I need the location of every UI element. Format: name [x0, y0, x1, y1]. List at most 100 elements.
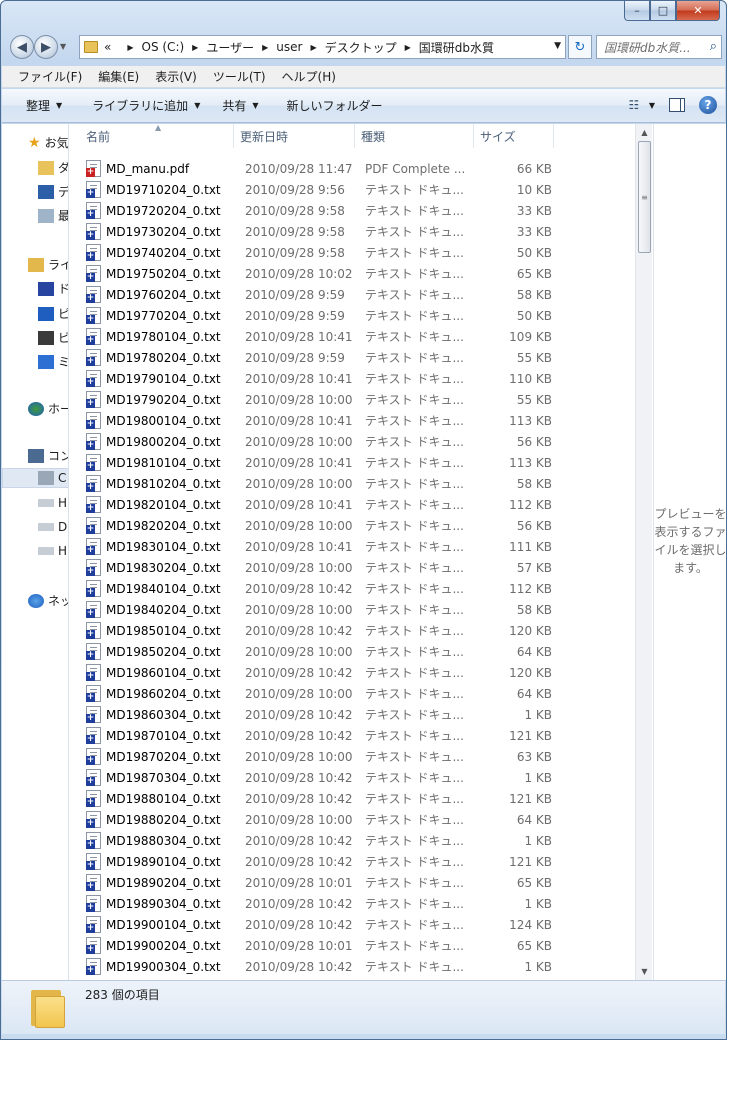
chevron-right-icon[interactable]: ▶: [262, 43, 268, 52]
file-name-cell[interactable]: MD19900304_0.txt: [70, 958, 245, 975]
chevron-right-icon[interactable]: ▶: [405, 43, 411, 52]
file-name-cell[interactable]: MD19740204_0.txt: [70, 244, 245, 261]
file-name-cell[interactable]: MD19810104_0.txt: [70, 454, 245, 471]
file-row[interactable]: MD_manu.pdf 2010/09/28 11:47 PDF Complete …: [70, 158, 635, 179]
file-name-cell[interactable]: MD19850104_0.txt: [70, 622, 245, 639]
add-to-library-button[interactable]: ライブラリに追加 ▼: [72, 97, 210, 114]
chevron-right-icon[interactable]: ▶: [310, 43, 316, 52]
file-name-cell[interactable]: MD19710204_0.txt: [70, 181, 245, 198]
menu-help[interactable]: ヘルプ(H): [282, 68, 336, 85]
file-name-cell[interactable]: MD19820204_0.txt: [70, 517, 245, 534]
chevron-down-icon[interactable]: ▼: [649, 101, 655, 110]
file-name-cell[interactable]: MD19790204_0.txt: [70, 391, 245, 408]
nav-favorites[interactable]: ★ お気: [28, 134, 68, 151]
nav-homegroup[interactable]: ホー: [28, 400, 68, 417]
file-row[interactable]: MD19900104_0.txt 2010/09/28 10:42 テキスト ドキュ…: [70, 914, 635, 935]
file-name-cell[interactable]: MD19800204_0.txt: [70, 433, 245, 450]
nav-desktop[interactable]: デ: [38, 183, 68, 200]
file-row[interactable]: MD19870204_0.txt 2010/09/28 10:00 テキスト ドキュ…: [70, 746, 635, 767]
file-row[interactable]: MD19900304_0.txt 2010/09/28 10:42 テキスト ドキュ…: [70, 956, 635, 977]
help-icon[interactable]: ?: [699, 96, 717, 114]
column-header-size[interactable]: サイズ: [474, 124, 554, 148]
nav-recent[interactable]: 最: [38, 207, 68, 224]
file-name-cell[interactable]: MD19790104_0.txt: [70, 370, 245, 387]
change-view-button[interactable]: ☷: [623, 95, 645, 115]
file-row[interactable]: MD19750204_0.txt 2010/09/28 10:02 テキスト ドキュ…: [70, 263, 635, 284]
file-name-cell[interactable]: MD19830204_0.txt: [70, 559, 245, 576]
file-row[interactable]: MD19770204_0.txt 2010/09/28 9:59 テキスト ドキュ.…: [70, 305, 635, 326]
file-row[interactable]: MD19790204_0.txt 2010/09/28 10:00 テキスト ドキュ…: [70, 389, 635, 410]
breadcrumb-item[interactable]: デスクトップ: [325, 39, 397, 56]
file-row[interactable]: MD19740204_0.txt 2010/09/28 9:58 テキスト ドキュ.…: [70, 242, 635, 263]
file-row[interactable]: MD19790104_0.txt 2010/09/28 10:41 テキスト ドキュ…: [70, 368, 635, 389]
column-header-type[interactable]: 種類: [355, 124, 474, 148]
file-row[interactable]: MD19830204_0.txt 2010/09/28 10:00 テキスト ドキュ…: [70, 557, 635, 578]
file-row[interactable]: MD19840204_0.txt 2010/09/28 10:00 テキスト ドキュ…: [70, 599, 635, 620]
file-name-cell[interactable]: MD19880204_0.txt: [70, 811, 245, 828]
file-row[interactable]: MD19850104_0.txt 2010/09/28 10:42 テキスト ドキュ…: [70, 620, 635, 641]
organize-button[interactable]: 整理 ▼: [2, 97, 72, 114]
breadcrumb-item[interactable]: OS (C:): [142, 40, 185, 54]
title-bar[interactable]: – □ ✕: [1, 1, 726, 31]
nav-downloads[interactable]: ダ: [38, 159, 68, 176]
file-row[interactable]: MD19860304_0.txt 2010/09/28 10:42 テキスト ドキュ…: [70, 704, 635, 725]
file-name-cell[interactable]: MD19730204_0.txt: [70, 223, 245, 240]
nav-videos[interactable]: ビ: [38, 329, 68, 346]
file-row[interactable]: MD19890104_0.txt 2010/09/28 10:42 テキスト ドキュ…: [70, 851, 635, 872]
file-row[interactable]: MD19800104_0.txt 2010/09/28 10:41 テキスト ドキュ…: [70, 410, 635, 431]
file-name-cell[interactable]: MD19870304_0.txt: [70, 769, 245, 786]
breadcrumb-item[interactable]: user: [276, 40, 302, 54]
menu-file[interactable]: ファイル(F): [18, 68, 82, 85]
file-row[interactable]: MD19840104_0.txt 2010/09/28 10:42 テキスト ドキュ…: [70, 578, 635, 599]
search-input[interactable]: 国環研db水質... ⌕: [596, 35, 722, 59]
file-name-cell[interactable]: MD19880304_0.txt: [70, 832, 245, 849]
preview-pane-button[interactable]: [669, 98, 685, 112]
file-row[interactable]: MD19860204_0.txt 2010/09/28 10:00 テキスト ドキュ…: [70, 683, 635, 704]
menu-view[interactable]: 表示(V): [155, 68, 197, 85]
scroll-thumb[interactable]: ≡: [638, 141, 651, 253]
share-button[interactable]: 共有 ▼: [210, 97, 268, 114]
chevron-right-icon[interactable]: ▶: [127, 43, 133, 52]
nav-drive[interactable]: D: [38, 520, 67, 534]
file-name-cell[interactable]: MD19780104_0.txt: [70, 328, 245, 345]
chevron-right-icon[interactable]: ▶: [192, 43, 198, 52]
nav-computer[interactable]: コン: [28, 447, 68, 464]
column-header-date[interactable]: 更新日時: [234, 124, 355, 148]
nav-pictures[interactable]: ピ: [38, 305, 68, 322]
file-name-cell[interactable]: MD19860104_0.txt: [70, 664, 245, 681]
file-row[interactable]: MD19900204_0.txt 2010/09/28 10:01 テキスト ドキュ…: [70, 935, 635, 956]
nav-libraries[interactable]: ライ: [28, 256, 68, 273]
file-name-cell[interactable]: MD19760204_0.txt: [70, 286, 245, 303]
file-name-cell[interactable]: MD19820104_0.txt: [70, 496, 245, 513]
file-row[interactable]: MD19870304_0.txt 2010/09/28 10:42 テキスト ドキュ…: [70, 767, 635, 788]
breadcrumb-item[interactable]: 国環研db水質: [419, 39, 494, 56]
chevron-down-icon[interactable]: ▼: [554, 41, 561, 51]
nav-drive[interactable]: H: [38, 496, 67, 510]
file-name-cell[interactable]: MD19880104_0.txt: [70, 790, 245, 807]
scroll-down-arrow[interactable]: ▼: [636, 963, 653, 980]
file-name-cell[interactable]: MD19890204_0.txt: [70, 874, 245, 891]
breadcrumb-overflow[interactable]: «: [104, 40, 111, 54]
file-name-cell[interactable]: MD19840104_0.txt: [70, 580, 245, 597]
minimize-button[interactable]: –: [624, 1, 650, 21]
file-name-cell[interactable]: MD19900204_0.txt: [70, 937, 245, 954]
file-row[interactable]: MD19780204_0.txt 2010/09/28 9:59 テキスト ドキュ.…: [70, 347, 635, 368]
file-name-cell[interactable]: MD19830104_0.txt: [70, 538, 245, 555]
file-name-cell[interactable]: MD19720204_0.txt: [70, 202, 245, 219]
new-folder-button[interactable]: 新しいフォルダー: [269, 97, 393, 114]
file-name-cell[interactable]: MD19800104_0.txt: [70, 412, 245, 429]
file-name-cell[interactable]: MD19900104_0.txt: [70, 916, 245, 933]
nav-network[interactable]: ネッ: [28, 592, 68, 609]
file-name-cell[interactable]: MD19890304_0.txt: [70, 895, 245, 912]
file-row[interactable]: MD19870104_0.txt 2010/09/28 10:42 テキスト ドキュ…: [70, 725, 635, 746]
refresh-button[interactable]: ↻: [568, 35, 592, 59]
nav-drive[interactable]: H: [38, 544, 67, 558]
scroll-up-arrow[interactable]: ▲: [636, 124, 653, 141]
file-row[interactable]: MD19710204_0.txt 2010/09/28 9:56 テキスト ドキュ.…: [70, 179, 635, 200]
file-row[interactable]: MD19780104_0.txt 2010/09/28 10:41 テキスト ドキュ…: [70, 326, 635, 347]
file-row[interactable]: MD19800204_0.txt 2010/09/28 10:00 テキスト ドキュ…: [70, 431, 635, 452]
file-name-cell[interactable]: MD19860304_0.txt: [70, 706, 245, 723]
file-row[interactable]: MD19820204_0.txt 2010/09/28 10:00 テキスト ドキュ…: [70, 515, 635, 536]
maximize-button[interactable]: □: [650, 1, 676, 21]
file-name-cell[interactable]: MD19860204_0.txt: [70, 685, 245, 702]
